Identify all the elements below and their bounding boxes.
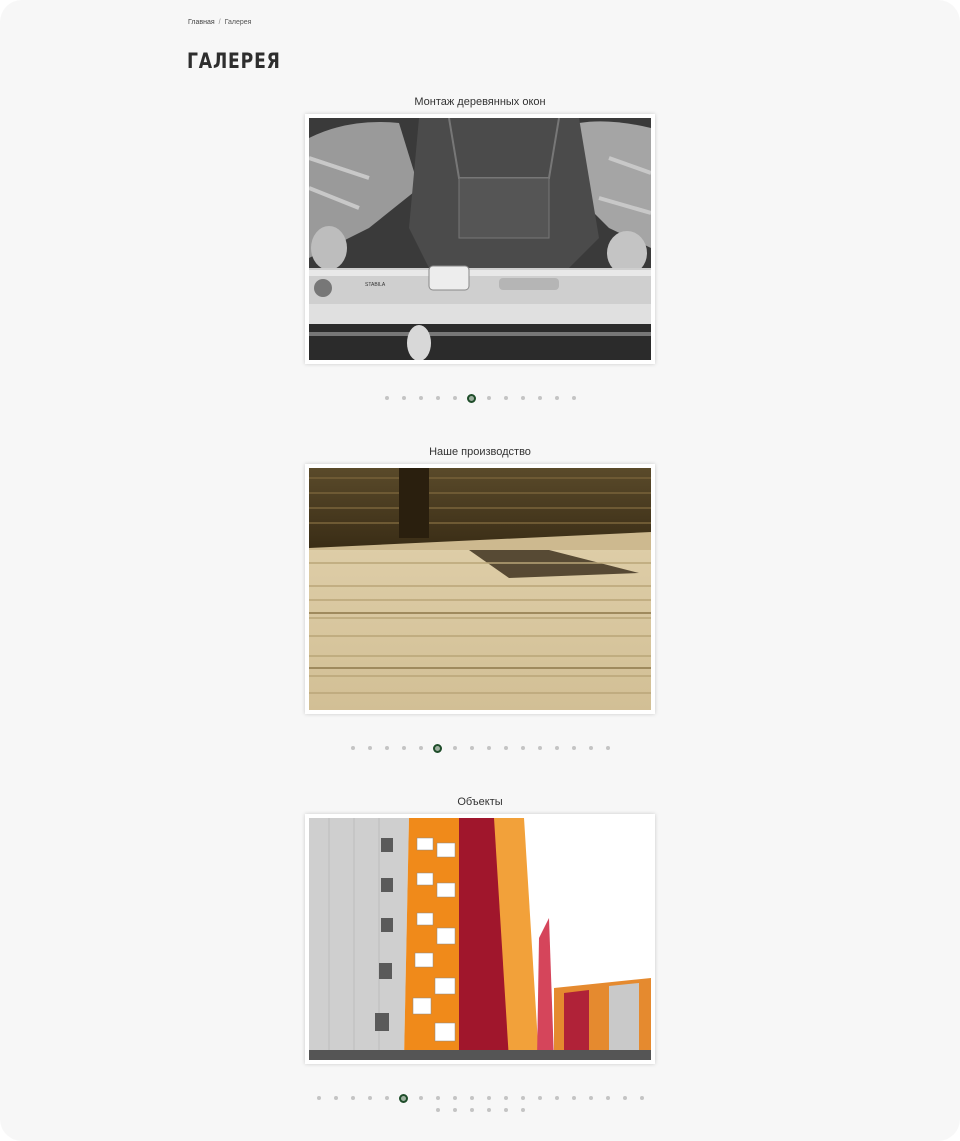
pagination-dot[interactable] <box>395 392 412 404</box>
pagination-dot[interactable] <box>514 1092 531 1104</box>
slider-pagination <box>0 392 960 404</box>
pagination-dot[interactable] <box>446 1104 463 1116</box>
pagination-dot[interactable] <box>429 1092 446 1104</box>
pagination-dot[interactable] <box>514 1104 531 1116</box>
pagination-dot[interactable] <box>548 392 565 404</box>
pagination-dot[interactable] <box>514 742 531 754</box>
pagination-dot[interactable] <box>361 1092 378 1104</box>
gallery-title: Монтаж деревянных окон <box>414 96 546 108</box>
pagination-row <box>0 742 960 754</box>
photo-window-installation: STABILA <box>309 118 651 360</box>
pagination-dot[interactable] <box>446 392 463 404</box>
gallery-title: Объекты <box>457 796 503 808</box>
svg-text:STABILA: STABILA <box>365 282 386 288</box>
pagination-dot[interactable] <box>633 1092 650 1104</box>
pagination-dot[interactable] <box>412 392 429 404</box>
pagination-dot[interactable] <box>463 742 480 754</box>
pagination-dot[interactable] <box>531 742 548 754</box>
pagination-dot-active[interactable] <box>395 1092 412 1104</box>
pagination-row <box>0 1104 960 1116</box>
pagination-row <box>0 392 960 404</box>
pagination-dot[interactable] <box>565 742 582 754</box>
pagination-dot[interactable] <box>582 742 599 754</box>
gallery-slide[interactable] <box>305 464 655 714</box>
pagination-dot[interactable] <box>429 392 446 404</box>
page-title: ГАЛЕРЕЯ <box>187 49 281 73</box>
pagination-dot[interactable] <box>548 742 565 754</box>
pagination-dot[interactable] <box>327 1092 344 1104</box>
gallery-slide[interactable] <box>305 814 655 1064</box>
pagination-dot[interactable] <box>531 392 548 404</box>
pagination-dot[interactable] <box>480 392 497 404</box>
breadcrumb-separator: / <box>218 19 221 26</box>
pagination-dot[interactable] <box>548 1092 565 1104</box>
gallery-title: Наше производство <box>429 446 531 458</box>
pagination-dot[interactable] <box>395 742 412 754</box>
pagination-dot[interactable] <box>378 392 395 404</box>
pagination-dot[interactable] <box>344 1092 361 1104</box>
pagination-dot[interactable] <box>565 1092 582 1104</box>
slider-pagination <box>0 1092 960 1116</box>
pagination-dot[interactable] <box>344 742 361 754</box>
pagination-dot[interactable] <box>412 1092 429 1104</box>
pagination-dot[interactable] <box>497 742 514 754</box>
pagination-dot[interactable] <box>480 742 497 754</box>
pagination-dot[interactable] <box>310 1092 327 1104</box>
pagination-dot[interactable] <box>378 742 395 754</box>
pagination-dot[interactable] <box>497 392 514 404</box>
pagination-dot[interactable] <box>480 1092 497 1104</box>
breadcrumb-home-link[interactable]: Главная <box>188 19 215 26</box>
pagination-dot[interactable] <box>480 1104 497 1116</box>
pagination-dot[interactable] <box>565 392 582 404</box>
pagination-dot-active[interactable] <box>429 742 446 754</box>
page: Главная / Галерея ГАЛЕРЕЯ Монтаж деревян… <box>0 0 960 1141</box>
breadcrumb-current: Галерея <box>224 19 252 26</box>
pagination-dot[interactable] <box>446 742 463 754</box>
pagination-dot[interactable] <box>497 1092 514 1104</box>
pagination-dot[interactable] <box>531 1092 548 1104</box>
pagination-dot-active[interactable] <box>463 392 480 404</box>
slider-pagination <box>0 742 960 754</box>
pagination-dot[interactable] <box>378 1092 395 1104</box>
pagination-dot[interactable] <box>429 1104 446 1116</box>
pagination-dot[interactable] <box>463 1092 480 1104</box>
pagination-dot[interactable] <box>412 742 429 754</box>
gallery-slide[interactable]: STABILA <box>305 114 655 364</box>
photo-wood-production <box>309 468 651 710</box>
photo-apartment-buildings <box>309 818 651 1060</box>
pagination-dot[interactable] <box>497 1104 514 1116</box>
pagination-dot[interactable] <box>446 1092 463 1104</box>
pagination-dot[interactable] <box>582 1092 599 1104</box>
pagination-dot[interactable] <box>463 1104 480 1116</box>
pagination-dot[interactable] <box>599 1092 616 1104</box>
pagination-dot[interactable] <box>361 742 378 754</box>
pagination-row <box>0 1092 960 1104</box>
breadcrumb: Главная / Галерея <box>188 19 251 26</box>
pagination-dot[interactable] <box>616 1092 633 1104</box>
pagination-dot[interactable] <box>514 392 531 404</box>
pagination-dot[interactable] <box>599 742 616 754</box>
